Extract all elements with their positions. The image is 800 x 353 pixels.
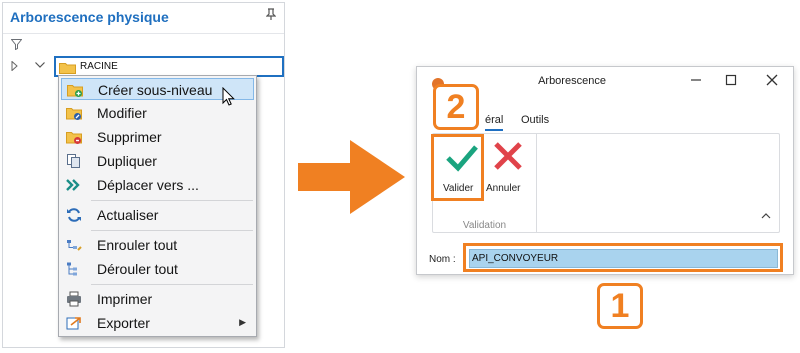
folder-icon <box>59 63 76 74</box>
panel-title: Arborescence physique <box>10 9 169 25</box>
close-icon[interactable] <box>761 72 783 88</box>
validate-highlight-box <box>431 134 484 201</box>
printer-icon <box>67 291 81 307</box>
collapse-all-icon <box>67 240 82 251</box>
menu-item-exporter[interactable]: Exporter ▶ <box>61 312 254 334</box>
chevron-up-icon[interactable] <box>761 212 771 220</box>
menu-separator <box>91 230 253 231</box>
expand-all-icon <box>67 262 77 276</box>
mouse-cursor-icon <box>222 87 235 106</box>
menu-item-enrouler-tout[interactable]: Enrouler tout <box>61 234 254 256</box>
export-icon <box>66 317 81 330</box>
context-menu: Créer sous-niveau Modifier Supprimer Dup… <box>58 75 257 337</box>
ribbon-divider <box>536 134 537 232</box>
folder-delete-icon <box>66 132 82 144</box>
tab-outils[interactable]: Outils <box>521 114 549 126</box>
menu-item-label: Imprimer <box>97 291 153 307</box>
filter-row <box>3 33 284 53</box>
menu-item-supprimer[interactable]: Supprimer <box>61 126 254 148</box>
menu-item-label: Créer sous-niveau <box>98 82 213 98</box>
chevron-down-icon[interactable] <box>35 61 45 69</box>
tree-row-root[interactable]: RACINE <box>3 55 284 77</box>
menu-item-label: Dupliquer <box>97 153 157 169</box>
menu-item-label: Supprimer <box>97 129 162 145</box>
step-1-badge: 1 <box>597 283 643 329</box>
menu-item-imprimer[interactable]: Imprimer <box>61 288 254 310</box>
menu-item-actualiser[interactable]: Actualiser <box>61 204 254 226</box>
filter-icon[interactable] <box>11 39 22 50</box>
menu-item-label: Exporter <box>97 315 150 331</box>
tree-node-label: RACINE <box>80 61 118 72</box>
menu-separator <box>91 200 253 201</box>
folder-edit-icon <box>66 108 82 120</box>
menu-item-deplacer-vers[interactable]: Déplacer vers ... <box>61 174 254 196</box>
step-2-badge: 2 <box>433 84 479 130</box>
menu-item-label: Déplacer vers ... <box>97 177 199 193</box>
refresh-icon <box>67 208 81 222</box>
name-label: Nom : <box>429 254 456 265</box>
tree-node-racine[interactable]: RACINE <box>54 56 284 77</box>
cancel-label: Annuler <box>486 183 521 194</box>
pin-icon[interactable] <box>265 8 277 23</box>
menu-item-label: Enrouler tout <box>97 237 178 253</box>
menu-item-label: Modifier <box>97 105 147 121</box>
menu-separator <box>91 284 253 285</box>
menu-item-label: Dérouler tout <box>97 261 178 277</box>
duplicate-icon <box>67 154 80 168</box>
submenu-arrow-icon: ▶ <box>239 317 246 327</box>
tab-general[interactable]: éral <box>485 114 504 131</box>
move-icon <box>66 179 80 191</box>
maximize-icon[interactable] <box>720 72 742 88</box>
menu-item-label: Actualiser <box>97 207 159 223</box>
chevron-right-icon[interactable] <box>11 61 19 71</box>
ribbon-panel: Valider Annuler Validation <box>432 133 780 233</box>
arrow-right-icon <box>298 140 405 214</box>
menu-item-dupliquer[interactable]: Dupliquer <box>61 150 254 172</box>
menu-item-derouler-tout[interactable]: Dérouler tout <box>61 258 254 280</box>
cancel-button[interactable]: Annuler <box>485 136 529 198</box>
ribbon-group-label: Validation <box>462 220 507 231</box>
cancel-x-icon <box>494 142 522 170</box>
minimize-icon[interactable] <box>685 72 707 88</box>
name-field-highlight-box <box>463 243 783 272</box>
folder-add-icon <box>67 85 83 97</box>
